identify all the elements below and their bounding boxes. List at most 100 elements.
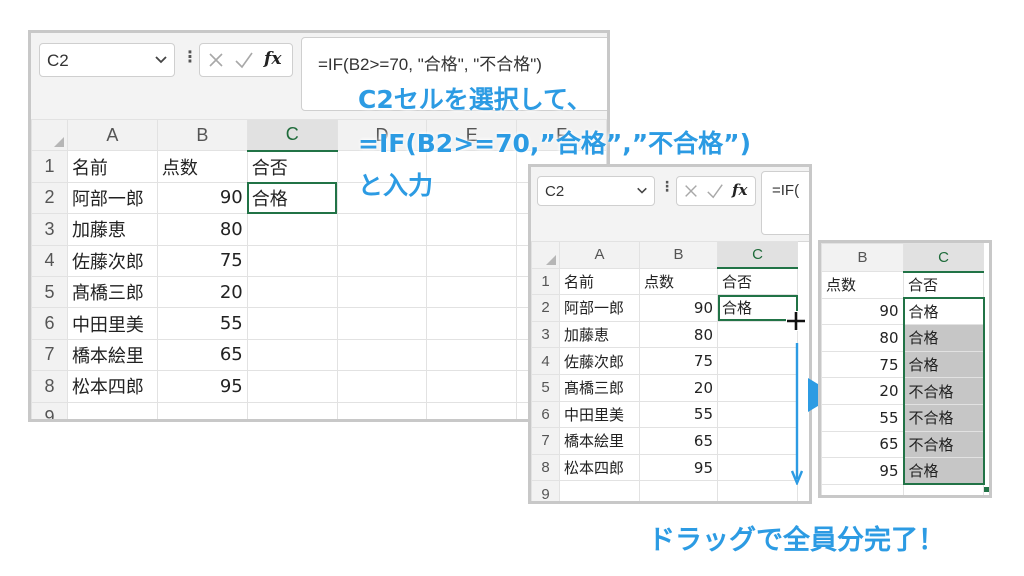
cell-name[interactable]: 佐藤次郎 <box>66 244 158 277</box>
cell-result[interactable] <box>246 338 338 372</box>
cell-name[interactable]: 佐藤次郎 <box>559 347 640 375</box>
cell-result[interactable] <box>246 307 338 340</box>
cell-score[interactable]: 95 <box>639 453 718 482</box>
chevron-down-icon[interactable] <box>154 49 168 74</box>
cell-result[interactable] <box>717 480 798 501</box>
cell-result[interactable]: 合格 <box>902 297 985 326</box>
row-header[interactable]: 8 <box>31 370 68 403</box>
cell-score[interactable]: 80 <box>821 324 904 352</box>
name-box-2[interactable]: C2 <box>537 176 655 206</box>
cell-empty[interactable] <box>336 275 428 309</box>
row-header[interactable]: 7 <box>531 427 560 455</box>
cell-result[interactable] <box>246 370 338 403</box>
cell-result[interactable]: 不合格 <box>902 377 985 405</box>
column-header-b[interactable]: B <box>821 243 904 272</box>
cell-score[interactable]: 点数 <box>156 150 248 183</box>
cell-empty[interactable] <box>336 370 428 403</box>
cell-name[interactable]: 加藤恵 <box>66 213 158 246</box>
cell-empty[interactable] <box>426 401 518 419</box>
row-header[interactable]: 5 <box>31 275 68 309</box>
cell-score[interactable] <box>156 401 248 419</box>
cell-result[interactable]: 合格 <box>902 324 985 352</box>
cell-name[interactable]: 松本四郎 <box>559 453 640 482</box>
enter-check-icon[interactable] <box>706 181 724 205</box>
cell-empty[interactable] <box>336 244 428 277</box>
row-header[interactable]: 4 <box>31 244 68 277</box>
cell-score[interactable]: 95 <box>821 457 904 485</box>
cell-score[interactable]: 75 <box>639 347 718 375</box>
cell-score[interactable]: 65 <box>156 338 248 372</box>
row-header[interactable]: 6 <box>31 307 68 340</box>
cell-name[interactable] <box>66 401 158 419</box>
cell-score[interactable]: 55 <box>639 400 718 429</box>
cell-result[interactable] <box>717 400 798 429</box>
cell-name[interactable]: 橋本絵里 <box>559 427 640 455</box>
cell-result[interactable] <box>246 213 338 246</box>
select-all-corner[interactable] <box>531 241 560 269</box>
cell-name[interactable]: 名前 <box>66 150 158 183</box>
cell-empty[interactable] <box>426 181 518 215</box>
cell-score[interactable] <box>639 480 718 501</box>
more-options-icon[interactable]: ⋮ <box>182 47 198 66</box>
cell-score[interactable]: 55 <box>156 307 248 340</box>
cell-result[interactable] <box>717 373 798 402</box>
cell-empty[interactable] <box>426 307 518 340</box>
cell-empty[interactable] <box>426 338 518 372</box>
cell-empty[interactable] <box>903 483 984 495</box>
row-header[interactable]: 7 <box>31 338 68 372</box>
cell-result[interactable]: 不合格 <box>902 430 985 459</box>
row-header[interactable]: 3 <box>31 213 68 246</box>
column-header-b[interactable]: B <box>639 241 718 269</box>
cell-name[interactable]: 阿部一郎 <box>66 181 158 215</box>
cell-result-active[interactable]: 合格 <box>246 181 338 215</box>
cell-score[interactable]: 90 <box>639 294 718 322</box>
cell-name[interactable]: 橋本絵里 <box>66 338 158 372</box>
cell-empty[interactable] <box>426 213 518 246</box>
cell-empty[interactable] <box>821 483 904 495</box>
cell-result[interactable] <box>717 427 798 455</box>
cell-score[interactable]: 65 <box>639 427 718 455</box>
cell-empty[interactable] <box>426 275 518 309</box>
cell-score[interactable]: 55 <box>821 403 904 432</box>
cell-score[interactable]: 80 <box>639 320 718 349</box>
row-header[interactable]: 1 <box>31 150 68 183</box>
row-header[interactable]: 8 <box>531 453 560 482</box>
fill-handle-plus-icon[interactable] <box>785 310 807 336</box>
cell-score[interactable]: 65 <box>821 430 904 459</box>
cell-result[interactable] <box>246 401 338 419</box>
cell-score[interactable]: 点数 <box>639 267 718 296</box>
more-options-icon[interactable]: ⋮ <box>660 179 674 195</box>
cell-empty[interactable] <box>336 401 428 419</box>
column-header-c[interactable]: C <box>246 118 338 152</box>
cell-name[interactable]: 中田里美 <box>66 307 158 340</box>
cell-score[interactable]: 95 <box>156 370 248 403</box>
cell-result[interactable]: 合否 <box>246 150 338 183</box>
cell-name[interactable]: 名前 <box>559 267 640 296</box>
name-box[interactable]: C2 <box>39 43 175 77</box>
formula-input-2[interactable]: =IF( <box>761 171 809 235</box>
cell-score[interactable]: 20 <box>821 377 904 405</box>
column-header-c[interactable]: C <box>717 241 798 270</box>
cancel-icon[interactable] <box>207 49 225 75</box>
row-header[interactable]: 5 <box>531 373 560 402</box>
cell-empty[interactable] <box>426 244 518 277</box>
fill-handle-square[interactable] <box>984 487 989 492</box>
cell-result[interactable] <box>717 453 798 482</box>
cell-empty[interactable] <box>336 338 428 372</box>
cell-score[interactable]: 75 <box>821 350 904 379</box>
cell-score[interactable]: 75 <box>156 244 248 277</box>
cell-result[interactable] <box>246 244 338 277</box>
column-header-c[interactable]: C <box>903 243 984 273</box>
column-header-b[interactable]: B <box>156 118 248 152</box>
cell-name[interactable]: 阿部一郎 <box>559 294 640 322</box>
cell-empty[interactable] <box>336 213 428 246</box>
cell-score[interactable]: 20 <box>156 275 248 309</box>
row-header[interactable]: 3 <box>531 320 560 349</box>
cell-score[interactable]: 点数 <box>821 271 904 299</box>
enter-check-icon[interactable] <box>234 49 254 75</box>
cancel-icon[interactable] <box>683 181 699 205</box>
column-header-a[interactable]: A <box>559 241 640 269</box>
cell-result[interactable]: 不合格 <box>902 403 985 432</box>
row-header[interactable]: 2 <box>31 181 68 215</box>
cell-empty[interactable] <box>426 370 518 403</box>
